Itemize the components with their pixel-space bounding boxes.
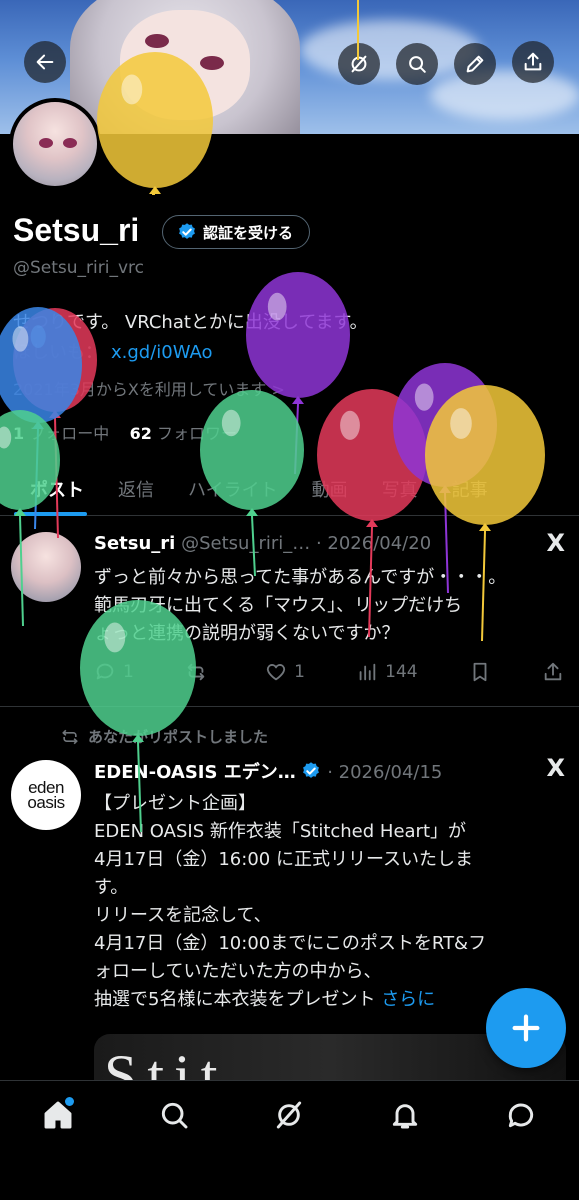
tab-posts[interactable]: ポスト: [0, 462, 101, 516]
followers-label: フォロワー: [156, 424, 237, 443]
post-line: EDEN OASIS 新作衣装「Stitched Heart」が: [94, 821, 467, 842]
post-header: Setsu_ri @Setsu_riri_… · 2026/04/20: [94, 533, 431, 554]
profile-link[interactable]: x.gd/i0WAo: [111, 342, 213, 363]
get-verified-button[interactable]: 認証を受ける: [162, 215, 311, 249]
tab-replies[interactable]: 返信: [101, 462, 171, 516]
reply-icon: [96, 663, 114, 680]
share-button[interactable]: [512, 41, 554, 83]
nav-notifications[interactable]: [375, 1099, 435, 1139]
post-avatar[interactable]: eden oasis: [11, 760, 81, 830]
search-icon: [161, 1102, 188, 1129]
post-line: リリースを記念して、: [94, 905, 272, 926]
search-icon: [409, 56, 426, 73]
bookmark-icon: [473, 662, 487, 682]
notification-dot: [64, 1097, 74, 1106]
post-header: EDEN-OASIS エデン… · 2026/04/15: [94, 758, 442, 784]
repost-button[interactable]: [185, 661, 214, 683]
profile-display-name: Setsu_ri: [13, 212, 140, 248]
link-prefix: ほしいも：: [13, 342, 103, 363]
nav-home[interactable]: [28, 1097, 88, 1139]
bookmark-button[interactable]: [469, 661, 491, 683]
post-text: 【プレゼント企画】 EDEN OASIS 新作衣装「Stitched Heart…: [94, 790, 564, 1014]
verified-badge-icon: [303, 762, 320, 778]
bottom-nav: [0, 1080, 579, 1200]
post-line: 範馬刃牙に出てくる「マウス」、リップだけち: [94, 595, 463, 616]
back-button[interactable]: [24, 41, 66, 83]
edit-button[interactable]: [454, 43, 496, 85]
post-author-name[interactable]: EDEN-OASIS エデン…: [94, 762, 296, 783]
post-meta: · 2026/04/15: [327, 762, 443, 783]
search-button[interactable]: [396, 43, 438, 85]
verified-badge-icon: [179, 223, 195, 239]
heart-icon: [267, 664, 286, 681]
views-button[interactable]: 144: [356, 661, 418, 683]
share-icon: [544, 662, 562, 681]
followers-count: 62: [129, 424, 152, 443]
post-meta: @Setsu_riri_… · 2026/04/20: [181, 533, 432, 554]
post-actions: 1 1 144: [94, 661, 564, 683]
post-line: 4月17日（金）16:00 に正式リリースいたしま: [94, 849, 474, 870]
post-line: 【プレゼント企画】: [94, 793, 256, 814]
share-icon: [524, 52, 542, 71]
reply-count: 1: [123, 662, 134, 682]
post-line: ォローしていただいた方の中から、: [94, 961, 382, 982]
verify-label: 認証を受ける: [203, 223, 294, 242]
show-more-link[interactable]: さらに: [381, 989, 435, 1010]
joined-date[interactable]: 2021年3月からXを利用しています >: [13, 376, 285, 400]
followers-link[interactable]: 62 フォロワー: [130, 424, 237, 443]
following-count: 1: [13, 424, 25, 443]
profile-avatar[interactable]: [9, 98, 101, 190]
post-author-name[interactable]: Setsu_ri: [94, 533, 175, 554]
x-logo-icon: X: [546, 754, 565, 782]
plus-icon: [512, 1014, 540, 1042]
nav-search[interactable]: [144, 1099, 204, 1139]
tab-articles[interactable]: 記事: [435, 462, 505, 516]
repost-icon: [187, 663, 205, 681]
post-line: す。: [94, 877, 129, 898]
tab-highlights[interactable]: ハイライト: [171, 462, 295, 516]
tab-videos[interactable]: 動画: [295, 462, 365, 516]
post-item[interactable]: Setsu_ri @Setsu_riri_… · 2026/04/20 X ずっ…: [0, 517, 579, 707]
edit-icon: [466, 55, 484, 73]
like-button[interactable]: 1: [265, 661, 305, 683]
following-link[interactable]: 1 フォロー中: [13, 424, 109, 443]
like-count: 1: [294, 662, 305, 682]
views-count: 144: [385, 662, 418, 682]
profile-handle: @Setsu_riri_vrc: [13, 258, 144, 278]
balloon-decoration: [246, 272, 350, 475]
profile-tabs: ポスト 返信 ハイライト 動画 写真 記事: [0, 462, 579, 516]
message-icon: [508, 1103, 534, 1128]
x-logo-icon: X: [546, 529, 565, 557]
views-icon: [359, 663, 376, 681]
grok-button[interactable]: [338, 43, 380, 85]
grok-icon: [277, 1101, 302, 1129]
avatar-text: oasis: [27, 793, 65, 812]
post-line: 4月17日（金）10:00までにこのポストをRT&フ: [94, 933, 487, 954]
follow-stats: 1 フォロー中 62 フォロワー: [13, 420, 237, 444]
share-post-button[interactable]: [542, 661, 564, 683]
post-line: ずっと前々から思ってた事があるんですが・・・。: [94, 567, 507, 588]
reply-button[interactable]: 1: [94, 661, 134, 683]
post-avatar[interactable]: [11, 532, 81, 602]
profile-link-row: ほしいも： x.gd/i0WAo: [13, 338, 213, 364]
grok-icon: [351, 55, 367, 73]
profile-bio: せつりです。 VRChatとかに出没してます。: [13, 312, 368, 333]
bell-icon: [393, 1104, 418, 1129]
post-text: ずっと前々から思ってた事があるんですが・・・。 範馬刃牙に出てくる「マウス」、リ…: [94, 564, 564, 648]
nav-messages[interactable]: [491, 1099, 551, 1139]
nav-grok[interactable]: [259, 1099, 319, 1139]
arrow-left-icon: [36, 54, 54, 70]
post-line: ょっと連携の説明が弱くないですか？: [94, 623, 400, 644]
tab-photos[interactable]: 写真: [365, 462, 435, 516]
compose-button[interactable]: [486, 988, 566, 1068]
post-line-text: 抽選で5名様に本衣装をプレゼント: [94, 989, 376, 1010]
following-label: フォロー中: [29, 424, 110, 443]
